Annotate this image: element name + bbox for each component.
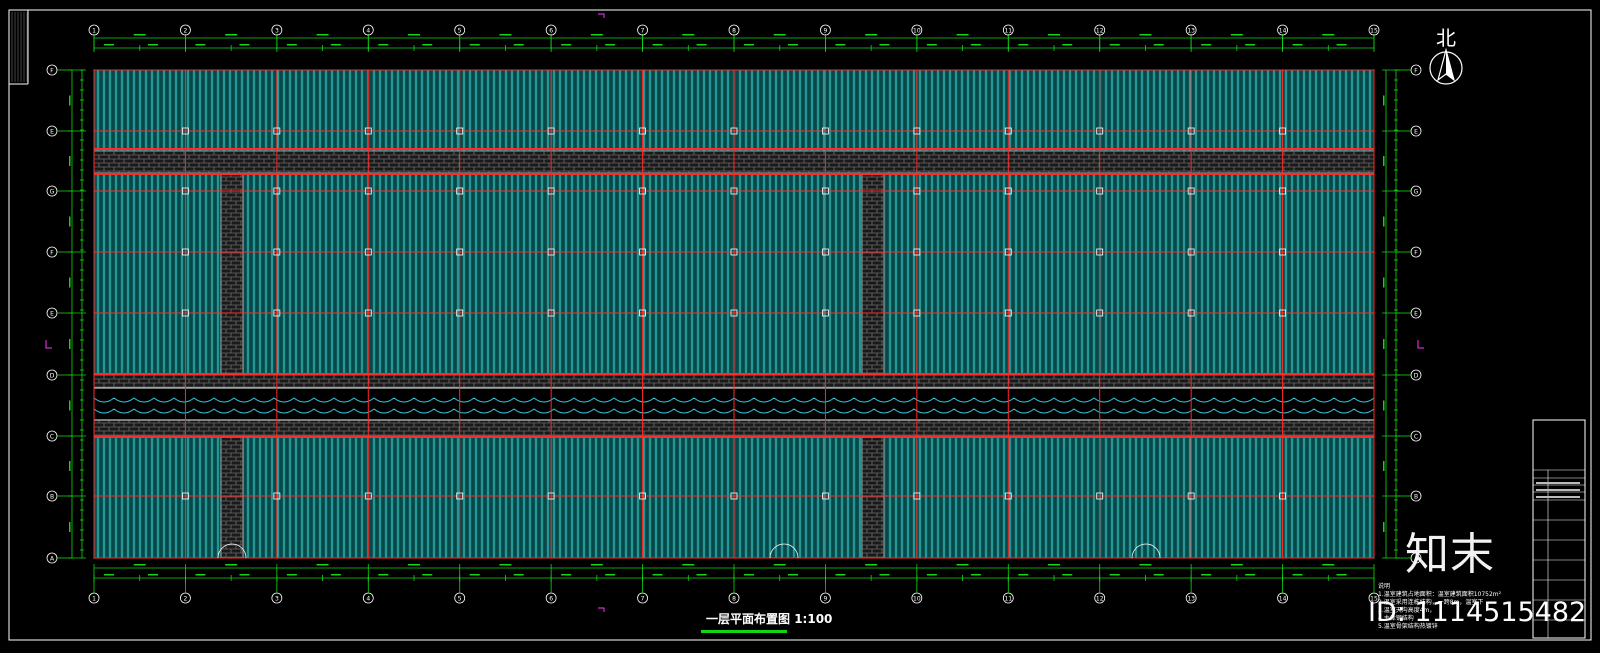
axis-label: 1 <box>92 28 96 35</box>
axis-label: C <box>1414 434 1418 441</box>
axis-label: 8 <box>732 596 736 603</box>
axis-label: G <box>50 189 55 196</box>
corridor-center-lower <box>861 436 885 559</box>
axis-label: B <box>50 494 54 501</box>
axis-label: B <box>1414 494 1418 501</box>
axis-label: F <box>1414 68 1418 75</box>
axis-label: 4 <box>366 596 370 603</box>
axis-label: 9 <box>824 596 828 603</box>
axis-label: 14 <box>1279 28 1287 35</box>
axis-label: F <box>50 68 54 75</box>
axis-label: 3 <box>275 596 279 603</box>
axis-label: D <box>1414 373 1419 380</box>
axis-label: 11 <box>1004 596 1012 603</box>
axis-label: E <box>1414 311 1418 318</box>
axis-label: D <box>50 373 55 380</box>
axis-label: C <box>50 434 54 441</box>
axis-label: E <box>1414 129 1418 136</box>
axis-label: 11 <box>1004 28 1012 35</box>
corridor-left-upper <box>220 172 244 376</box>
axis-label: 6 <box>549 28 553 35</box>
axis-label: 1 <box>92 596 96 603</box>
axis-label: 5 <box>458 28 462 35</box>
axis-label: 4 <box>366 28 370 35</box>
axis-label: E <box>50 129 54 136</box>
axis-label: F <box>50 250 54 257</box>
drawing-scale: 1:100 <box>794 612 833 626</box>
axis-label: 9 <box>824 28 828 35</box>
axis-label: 10 <box>913 596 921 603</box>
axis-label: 13 <box>1187 596 1195 603</box>
plan-body <box>93 69 1375 559</box>
axis-label: E <box>50 311 54 318</box>
axis-label: 8 <box>732 28 736 35</box>
axis-label: 7 <box>641 596 645 603</box>
axis-label: 13 <box>1187 28 1195 35</box>
axis-label: 15 <box>1370 28 1378 35</box>
axis-label: G <box>1414 189 1419 196</box>
title-underline <box>701 630 787 633</box>
axis-label: 2 <box>184 596 188 603</box>
watermark-id: ID: 1114515482 <box>1368 597 1587 628</box>
axis-label: 12 <box>1096 28 1104 35</box>
floor-plan-drawing: 1122334455667788991010111112121313141415… <box>0 0 1600 653</box>
corridor-left-lower <box>220 436 244 559</box>
corridor-center-upper <box>861 172 885 376</box>
axis-label: 7 <box>641 28 645 35</box>
notes-heading: 说明 <box>1378 583 1391 590</box>
axis-label: 3 <box>275 28 279 35</box>
axis-label: 2 <box>184 28 188 35</box>
north-label: 北 <box>1436 26 1456 50</box>
axis-label: F <box>1414 250 1418 257</box>
axis-label: 6 <box>549 596 553 603</box>
watermark-logo: 知末 <box>1405 529 1495 580</box>
drawing-title: 一层平面布置图 1:100 <box>706 612 833 626</box>
axis-label: 10 <box>913 28 921 35</box>
axis-label: 14 <box>1279 596 1287 603</box>
axis-label: 5 <box>458 596 462 603</box>
axis-label: 12 <box>1096 596 1104 603</box>
